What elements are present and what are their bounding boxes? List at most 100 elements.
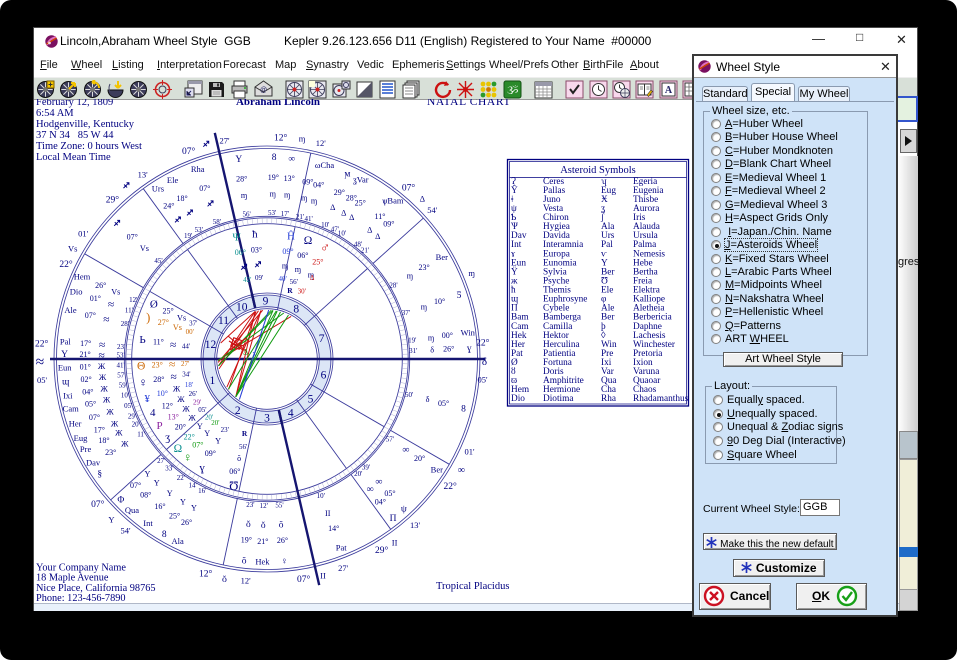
svg-text:28°: 28° xyxy=(236,175,247,184)
svg-text:28°: 28° xyxy=(153,375,164,384)
svg-text:07°: 07° xyxy=(127,233,138,242)
svg-text:ŏ: ŏ xyxy=(246,520,251,530)
svg-text:Ж: Ж xyxy=(115,429,123,438)
svg-text:Ж: Ж xyxy=(101,385,109,394)
svg-text:05°: 05° xyxy=(85,400,96,409)
svg-text:22°: 22° xyxy=(59,259,73,270)
svg-text:Hodgenville, Kentucky: Hodgenville, Kentucky xyxy=(36,119,135,130)
svg-text:П: П xyxy=(390,514,397,524)
svg-text:12: 12 xyxy=(205,339,217,351)
svg-text:23': 23' xyxy=(117,343,125,351)
svg-text:53': 53' xyxy=(116,352,124,360)
svg-text:Vs: Vs xyxy=(111,288,120,297)
svg-text:Ω: Ω xyxy=(174,443,183,455)
svg-text:00°: 00° xyxy=(442,331,453,340)
svg-text:Tropical Placidus: Tropical Placidus xyxy=(436,581,509,592)
svg-text:∞: ∞ xyxy=(288,154,295,164)
svg-text:27': 27' xyxy=(338,563,349,573)
svg-text:Ale: Ale xyxy=(64,305,77,315)
svg-text:10': 10' xyxy=(317,492,325,500)
svg-text:ɱ: ɱ xyxy=(282,262,288,271)
svg-text:09°: 09° xyxy=(383,220,394,229)
svg-text:Dio: Dio xyxy=(70,287,83,297)
svg-text:20°: 20° xyxy=(414,454,425,463)
svg-text:39': 39' xyxy=(362,464,370,472)
svg-text:II: II xyxy=(320,570,326,580)
svg-text:58': 58' xyxy=(213,218,221,226)
svg-text:ɱ: ɱ xyxy=(241,191,247,200)
svg-text:25°: 25° xyxy=(169,512,180,521)
svg-text:Δ: Δ xyxy=(375,232,380,241)
svg-text:Vs: Vs xyxy=(140,244,149,253)
svg-text:18°: 18° xyxy=(98,436,109,445)
svg-text:Ж: Ж xyxy=(99,373,107,382)
svg-text:04°: 04° xyxy=(82,387,93,396)
svg-text:10': 10' xyxy=(338,230,346,238)
svg-text:4: 4 xyxy=(150,407,156,419)
svg-text:ʓVar: ʓVar xyxy=(353,175,369,185)
svg-text:6:54 AM: 6:54 AM xyxy=(36,108,74,119)
svg-text:Ж: Ж xyxy=(177,395,185,404)
svg-text:NATAL CHART: NATAL CHART xyxy=(427,99,511,108)
svg-text:Qua: Qua xyxy=(125,505,139,515)
svg-text:31': 31' xyxy=(409,347,417,355)
svg-text:Asteroid Symbols: Asteroid Symbols xyxy=(560,165,636,176)
svg-text:Rha: Rha xyxy=(191,164,205,174)
svg-text:11: 11 xyxy=(218,315,229,327)
svg-text:05°: 05° xyxy=(384,489,395,498)
svg-text:2: 2 xyxy=(235,405,241,417)
svg-text:26°: 26° xyxy=(181,518,192,527)
svg-text:ɣ: ɣ xyxy=(467,344,472,354)
svg-text:05': 05' xyxy=(477,374,488,384)
svg-text:Ixi: Ixi xyxy=(63,390,73,400)
svg-text:ѱBam: ѱBam xyxy=(382,195,404,205)
svg-text:54': 54' xyxy=(427,205,438,215)
svg-text:x: x xyxy=(253,350,257,358)
svg-text:57': 57' xyxy=(117,372,125,380)
svg-text:Vs: Vs xyxy=(177,313,186,322)
svg-text:26°: 26° xyxy=(277,536,288,545)
svg-text:ŏ: ŏ xyxy=(279,520,284,530)
svg-text:27': 27' xyxy=(181,360,189,368)
svg-text:16°: 16° xyxy=(154,502,165,511)
svg-text:II: II xyxy=(325,509,331,518)
svg-text:8: 8 xyxy=(461,404,466,414)
svg-text:56': 56' xyxy=(290,278,298,286)
svg-text:57': 57' xyxy=(386,435,394,443)
svg-text:Dio: Dio xyxy=(511,394,525,404)
svg-text:26': 26' xyxy=(189,390,197,398)
svg-text:29°: 29° xyxy=(106,194,120,205)
svg-text:55': 55' xyxy=(275,502,283,510)
svg-text:Cam: Cam xyxy=(63,404,79,414)
svg-text:23°: 23° xyxy=(152,361,163,370)
svg-text:06°: 06° xyxy=(297,251,308,260)
svg-text:28': 28' xyxy=(121,320,129,328)
svg-text:01°: 01° xyxy=(90,294,101,303)
svg-text:Rhadamanthus: Rhadamanthus xyxy=(633,394,689,404)
svg-text:ɣ: ɣ xyxy=(199,462,205,474)
svg-text:34': 34' xyxy=(182,371,190,379)
svg-text:Ж: Ж xyxy=(182,405,190,414)
svg-text:ɰ: ɰ xyxy=(62,378,70,388)
svg-text:07°: 07° xyxy=(192,440,203,449)
svg-text:ɱ: ɱ xyxy=(295,265,301,274)
svg-text:17°: 17° xyxy=(80,339,91,348)
svg-text:≈: ≈ xyxy=(169,359,175,371)
svg-text:56': 56' xyxy=(242,210,250,218)
svg-text:6: 6 xyxy=(321,369,327,381)
svg-text:Υ: Υ xyxy=(167,489,173,498)
svg-text:17': 17' xyxy=(281,210,289,218)
svg-text:Time Zone: 0 hours West: Time Zone: 0 hours West xyxy=(36,141,142,152)
svg-text:♀: ♀ xyxy=(281,557,288,567)
svg-text:Ω: Ω xyxy=(304,235,313,247)
svg-text:ɱ: ɱ xyxy=(270,190,276,199)
svg-text:22°: 22° xyxy=(476,337,490,348)
svg-text:Δ: Δ xyxy=(349,213,354,222)
svg-text:A: A xyxy=(664,85,672,96)
svg-text:Υ: Υ xyxy=(180,498,186,507)
svg-text:03°: 03° xyxy=(251,245,262,254)
svg-text:ŏ: ŏ xyxy=(242,557,247,567)
svg-text:19°: 19° xyxy=(268,173,279,182)
svg-text:05': 05' xyxy=(124,402,132,410)
svg-text:13': 13' xyxy=(410,520,421,530)
